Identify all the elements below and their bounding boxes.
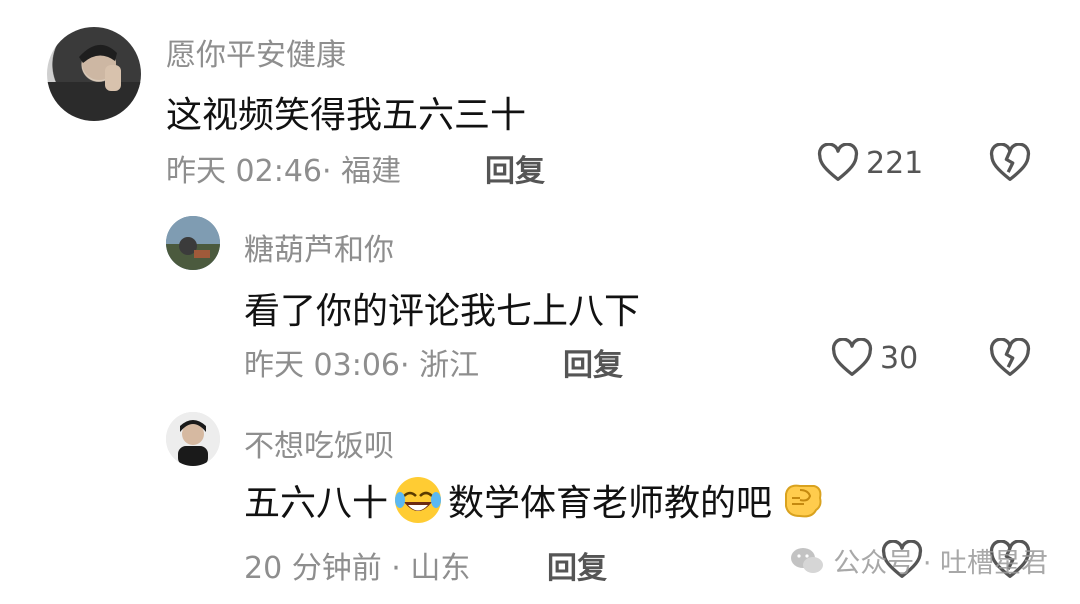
username[interactable]: 不想吃饭呗 <box>244 421 394 465</box>
reply-button[interactable]: 回复 <box>563 340 623 384</box>
comment-text: 这视频笑得我五六三十 <box>166 95 527 136</box>
heart-icon <box>817 143 859 181</box>
avatar[interactable] <box>166 216 220 270</box>
broken-heart-icon <box>989 337 1031 376</box>
like-count: 30 <box>880 340 919 376</box>
comment-text-part2: 数学体育老师教的吧 <box>448 483 773 524</box>
avatar-photo-icon <box>166 412 220 466</box>
heart-icon <box>831 338 873 376</box>
rolling-laughing-emoji-icon <box>395 477 442 523</box>
comment-text: 看了你的评论我七上八下 <box>244 291 641 332</box>
watermark: 公众号 · 吐槽星君 <box>789 541 1048 580</box>
broken-heart-icon <box>989 142 1031 181</box>
reply-button[interactable]: 回复 <box>485 146 545 190</box>
like-count: 221 <box>866 145 924 181</box>
avatar[interactable] <box>47 27 141 121</box>
fist-bump-emoji-icon <box>785 484 822 518</box>
comment-meta: 昨天 03:06· 浙江 <box>244 348 480 383</box>
reply-button[interactable]: 回复 <box>547 543 607 587</box>
username[interactable]: 糖葫芦和你 <box>244 225 394 269</box>
username[interactable]: 愿你平安健康 <box>166 30 346 74</box>
avatar[interactable] <box>166 412 220 466</box>
comment-meta: 昨天 02:46· 福建 <box>166 154 402 189</box>
avatar-photo-icon <box>166 216 220 270</box>
like-button[interactable]: 221 <box>816 143 923 183</box>
avatar-photo-icon <box>47 44 141 121</box>
wechat-icon <box>791 547 824 573</box>
comment-meta: 20 分钟前 · 山东 <box>244 551 471 586</box>
dislike-button[interactable] <box>988 142 1032 187</box>
like-button[interactable]: 30 <box>830 338 918 378</box>
comment-text-part1: 五六八十 <box>244 483 389 524</box>
watermark-text: 公众号 · 吐槽星君 <box>833 548 1048 579</box>
comment-text: 五六八十 数学体育老师教的吧 <box>244 474 826 526</box>
dislike-button[interactable] <box>988 337 1032 382</box>
